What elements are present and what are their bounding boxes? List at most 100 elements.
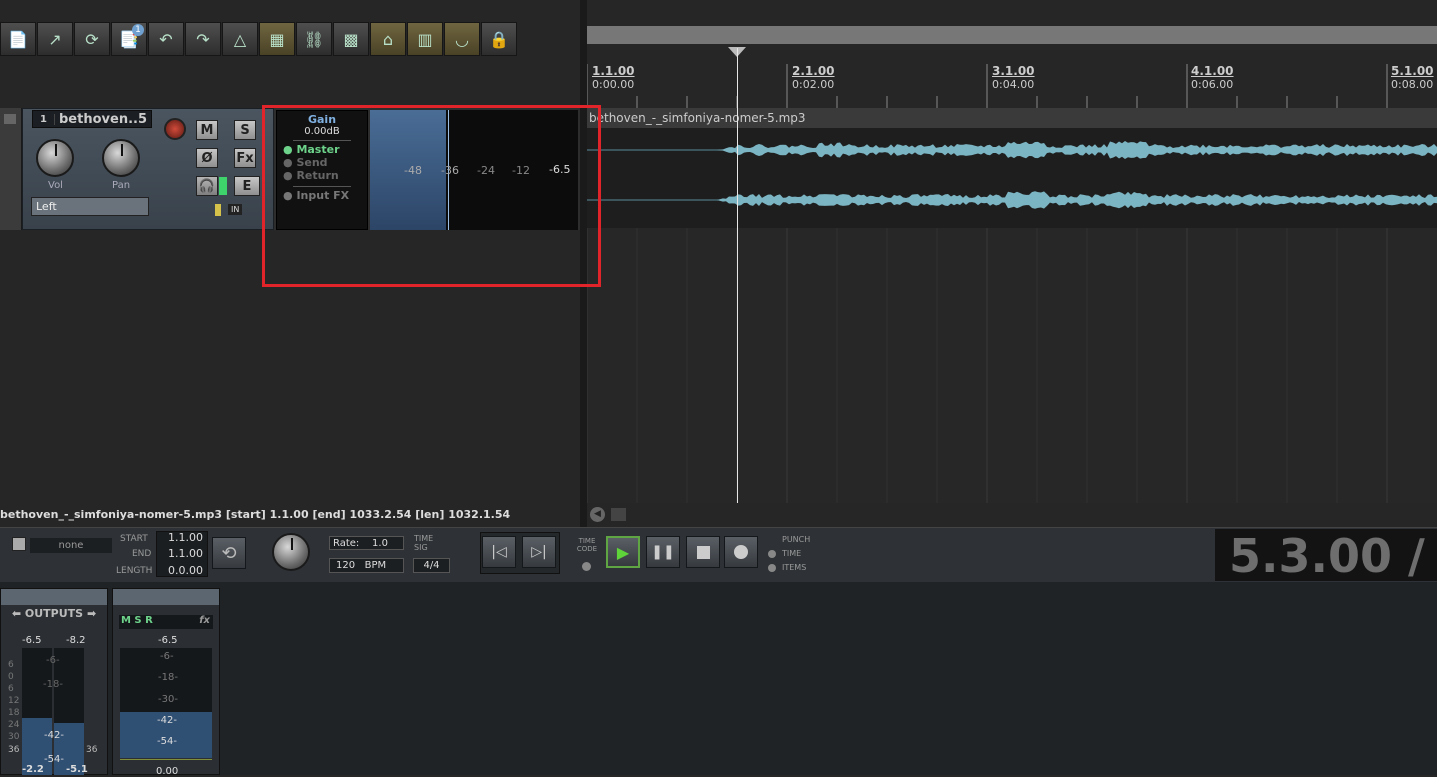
undo-button[interactable]: ↶ — [148, 22, 184, 56]
master-value-left: -2.2 — [22, 764, 44, 775]
monitor-button[interactable]: 🎧 — [196, 176, 218, 196]
record-button[interactable] — [724, 536, 758, 568]
track-name-field[interactable]: 1 bethoven..5 — [32, 110, 152, 128]
master-scale-tick: -6- — [46, 655, 60, 666]
mute-button[interactable]: M — [196, 120, 218, 140]
pause-button[interactable]: ❚❚ — [646, 536, 680, 568]
master-peak-right: -8.2 — [66, 635, 86, 646]
go-to-end-button[interactable]: ▷| — [522, 536, 556, 568]
outputs-label: ⬅ OUTPUTS ➡ — [11, 607, 97, 620]
start-label: START — [120, 534, 148, 544]
envelope-button[interactable]: ⌂ — [370, 22, 406, 56]
new-project-button[interactable]: 📄 — [0, 22, 36, 56]
scroll-left-icon[interactable]: ◀ — [590, 507, 605, 522]
save-project-button[interactable]: ⟳ — [74, 22, 110, 56]
volume-knob[interactable] — [36, 139, 74, 177]
loop-time-bar[interactable] — [587, 26, 1437, 44]
end-label: END — [132, 549, 152, 559]
stop-button[interactable] — [686, 536, 720, 568]
track-strip-value[interactable]: 0.00 — [156, 766, 178, 777]
pan-knob[interactable] — [102, 139, 140, 177]
punch-label: PUNCH — [782, 535, 811, 544]
track-folder-strip[interactable] — [0, 108, 22, 230]
punch-time-label: TIME — [782, 549, 802, 558]
lock-icon: 🔒 — [489, 29, 509, 49]
media-item-header[interactable]: bethoven_-_simfoniya-nomer-5.mp3 — [587, 108, 1437, 128]
fx-button[interactable]: Fx — [234, 148, 256, 168]
ruler-mark: 3.1.00 0:04.00 — [992, 64, 1035, 91]
input-button[interactable]: IN — [228, 204, 243, 215]
solo-button[interactable]: S — [234, 120, 256, 140]
snap-magnet-icon: ◡ — [455, 29, 469, 49]
save-project-icon: ⟳ — [85, 29, 99, 49]
metronome-button[interactable]: △ — [222, 22, 258, 56]
envelope-button[interactable]: E — [234, 176, 260, 196]
rate-field[interactable]: Rate: 1.0 — [329, 536, 404, 550]
time-sig-field[interactable]: 4/4 — [413, 558, 450, 573]
punch-time-radio[interactable] — [768, 550, 776, 558]
ruler-mark: 1.1.00 0:00.00 — [592, 64, 635, 91]
skip-forward-icon: ▷| — [531, 544, 547, 560]
grid-button[interactable]: ▩ — [333, 22, 369, 56]
snap-toggle-button[interactable]: ▦ — [259, 22, 295, 56]
snap-toggle-icon: ▦ — [269, 29, 285, 49]
punch-items-radio[interactable] — [768, 564, 776, 572]
master-scale-tick: -54- — [44, 754, 64, 765]
input-monitor-indicator — [215, 204, 221, 216]
master-side-tick: 6 — [8, 660, 14, 670]
record-mode-checkbox[interactable] — [12, 537, 26, 551]
play-button[interactable]: ▶ — [606, 536, 640, 568]
record-mode-select[interactable]: none — [30, 538, 112, 553]
undo-icon: ↶ — [159, 29, 173, 49]
record-icon — [734, 545, 748, 559]
big-time-display[interactable]: 5.3.00 / 0 — [1215, 529, 1437, 581]
ruler-mark: 5.1.00 0:08.00 — [1391, 64, 1434, 91]
grid-icon: ▩ — [343, 29, 359, 49]
horizontal-scrollbar[interactable]: ◀ — [587, 503, 1437, 527]
item-lock-icon: ▥ — [417, 29, 433, 49]
track-strip-buttons[interactable]: M S R fx — [119, 615, 213, 629]
snap-magnet-button[interactable]: ◡ — [444, 22, 480, 56]
master-side-tick: 36 — [86, 745, 98, 755]
item-lock-button[interactable]: ▥ — [407, 22, 443, 56]
master-side-tick: 30 — [8, 732, 20, 742]
track-strip-peak: -6.5 — [158, 635, 178, 646]
master-value-right: -5.1 — [66, 764, 88, 775]
start-value[interactable]: 1.1.00 — [168, 531, 203, 544]
length-label: LENGTH — [116, 566, 153, 576]
media-item-waveform[interactable] — [587, 128, 1437, 228]
open-project-icon: ↗ — [48, 29, 62, 49]
empty-arrange-area[interactable] — [587, 228, 1437, 503]
track-scale-tick: -18- — [158, 672, 178, 683]
track-scale-tick: -6- — [160, 651, 174, 662]
record-arm-button[interactable] — [164, 118, 186, 140]
redo-button[interactable]: ↷ — [185, 22, 221, 56]
time-code-toggle[interactable] — [582, 562, 591, 571]
go-to-start-button[interactable]: |◁ — [482, 536, 516, 568]
track-scale-tick: -54- — [157, 736, 177, 747]
track-fx-button[interactable]: fx — [199, 615, 213, 626]
input-select[interactable]: Left — [31, 197, 149, 216]
punch-items-label: ITEMS — [782, 563, 807, 572]
master-side-tick: 18 — [8, 708, 20, 718]
phase-button[interactable]: Ø — [196, 148, 218, 168]
track-scale-tick: -30- — [158, 694, 178, 705]
ripple-edit-button[interactable]: ⛓ — [296, 22, 332, 56]
loop-icon: ⟲ — [221, 542, 237, 564]
lock-button[interactable]: 🔒 — [481, 22, 517, 56]
project-tabs-button[interactable]: 📑 1 — [111, 22, 147, 56]
pause-icon: ❚❚ — [651, 544, 675, 560]
length-value[interactable]: 0.0.00 — [168, 564, 203, 577]
metronome-icon: △ — [233, 29, 247, 49]
loop-button[interactable]: ⟲ — [212, 537, 246, 569]
zoom-icon[interactable] — [611, 508, 626, 521]
open-project-button[interactable]: ↗ — [37, 22, 73, 56]
monitor-indicator — [219, 177, 227, 195]
tab-count-badge: 1 — [132, 24, 144, 36]
ruler-mark: 4.1.00 0:06.00 — [1191, 64, 1234, 91]
end-value[interactable]: 1.1.00 — [168, 547, 203, 560]
bpm-field[interactable]: 120 BPM — [329, 558, 404, 573]
master-side-tick: 36 — [8, 745, 20, 755]
rate-knob[interactable] — [272, 533, 310, 571]
track-number: 1 — [33, 113, 55, 125]
